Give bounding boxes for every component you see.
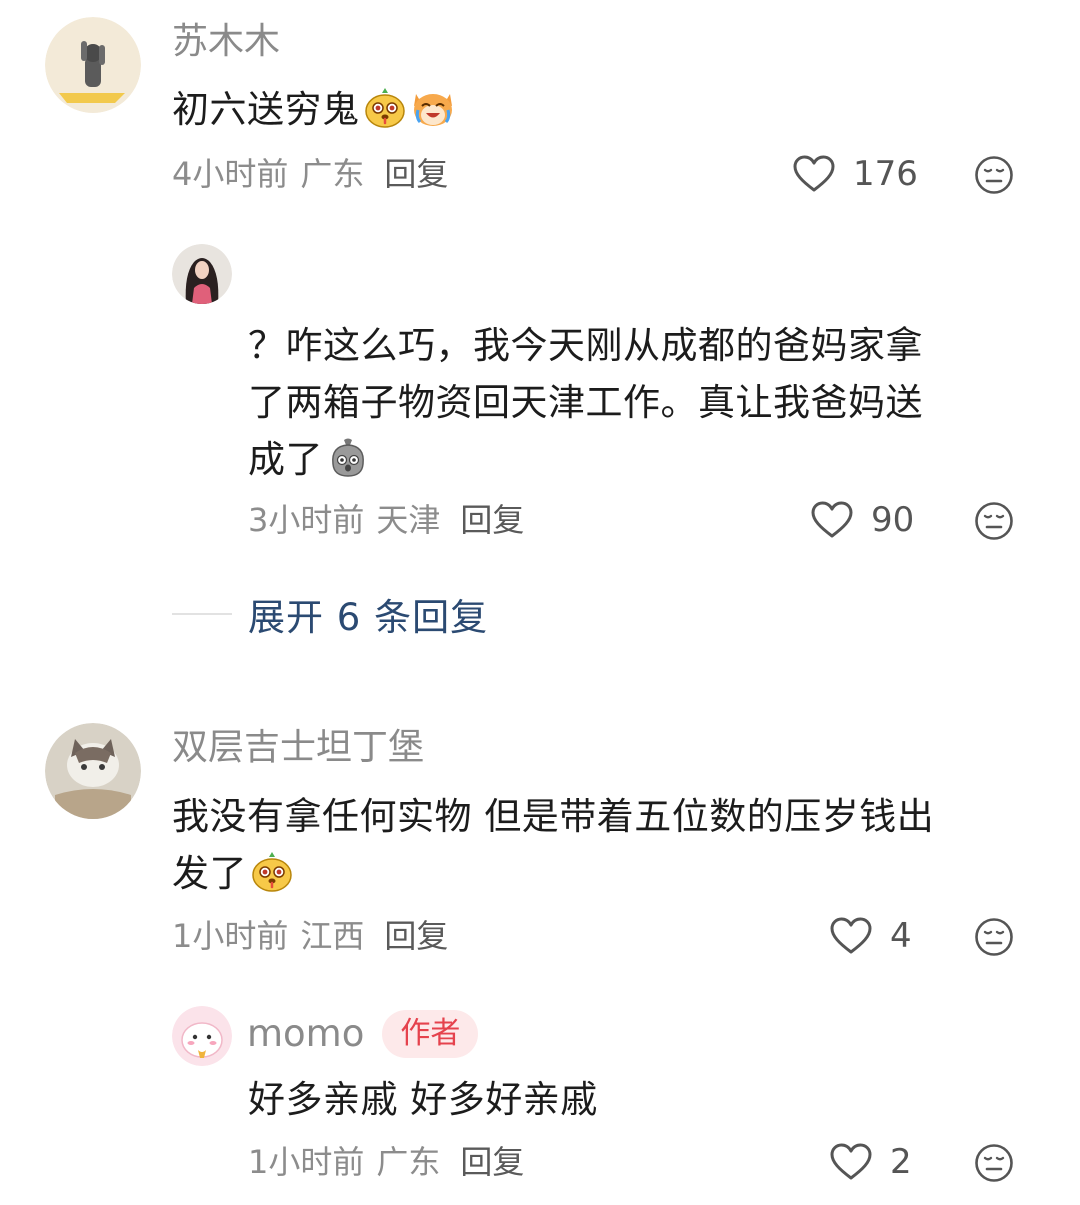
heart-icon <box>830 917 872 955</box>
comment-text: 初六送穷鬼 <box>172 81 456 138</box>
comment-time: 1小时前 <box>172 917 289 955</box>
reply-button[interactable]: 回复 <box>384 155 448 193</box>
reply-time: 3小时前 <box>248 501 365 539</box>
reply-text-line: 了两箱子物资回天津工作。真让我爸妈送 <box>248 381 923 424</box>
like-button[interactable]: 4 <box>830 914 912 958</box>
reply-button[interactable]: 回复 <box>460 1143 524 1181</box>
gray-stone-emoji-icon <box>325 434 371 480</box>
heart-icon <box>811 501 853 539</box>
reply-location: 天津 <box>376 501 441 539</box>
avatar-reply-1[interactable] <box>172 244 232 304</box>
avatar-user-2[interactable] <box>45 723 141 819</box>
reply-text-line: 成了 <box>248 438 323 481</box>
expand-replies-label[interactable]: 展开 6 条回复 <box>248 587 488 641</box>
comment-text-body: 初六送穷鬼 <box>172 88 360 131</box>
reply-meta: 1小时前 广东 回复 <box>248 1142 524 1182</box>
reply-text: ？咋这么巧，我今天刚从成都的爸妈家拿 了两箱子物资回天津工作。真让我爸妈送 成了 <box>248 317 923 488</box>
dislike-face-icon[interactable] <box>974 917 1014 957</box>
dislike-face-icon[interactable] <box>974 155 1014 195</box>
comment-time: 4小时前 <box>172 155 289 193</box>
comment-text-line: 我没有拿任何实物 但是带着五位数的压岁钱出 <box>172 795 935 838</box>
avatar-user-1[interactable] <box>45 17 141 113</box>
comment-location: 江西 <box>300 917 365 955</box>
reply-text-line: 好多亲戚 好多好亲戚 <box>248 1078 598 1121</box>
comment-username[interactable]: 苏木木 <box>172 20 280 64</box>
like-button[interactable]: 176 <box>793 152 918 196</box>
pear-face-emoji-icon <box>249 848 295 894</box>
comment-text: 我没有拿任何实物 但是带着五位数的压岁钱出 发了 <box>172 788 934 902</box>
dislike-face-icon[interactable] <box>974 1143 1014 1183</box>
reply-text-line: ？咋这么巧，我今天刚从成都的爸妈家拿 <box>248 324 923 367</box>
like-button[interactable]: 2 <box>830 1140 912 1184</box>
reply-time: 1小时前 <box>248 1143 365 1181</box>
expand-divider <box>172 613 232 615</box>
laughing-cat-emoji-icon <box>410 84 456 130</box>
comment-meta: 4小时前 广东 回复 <box>172 154 448 194</box>
expand-replies[interactable]: 展开 6 条回复 <box>172 589 488 639</box>
heart-icon <box>793 155 835 193</box>
reply-meta: 3小时前 天津 回复 <box>248 500 524 540</box>
dislike-face-icon[interactable] <box>974 501 1014 541</box>
comment-text-line: 发了 <box>172 852 247 895</box>
comment-meta: 1小时前 江西 回复 <box>172 916 448 956</box>
reply-button[interactable]: 回复 <box>384 917 448 955</box>
comment-location: 广东 <box>300 155 365 193</box>
reply-button[interactable]: 回复 <box>460 501 524 539</box>
author-name[interactable]: momo <box>247 1012 364 1055</box>
reply-text: 好多亲戚 好多好亲戚 <box>248 1071 598 1128</box>
like-button[interactable]: 90 <box>811 498 914 542</box>
comment-username[interactable]: 双层吉士坦丁堡 <box>172 726 424 770</box>
heart-icon <box>830 1143 872 1181</box>
like-count: 2 <box>890 1142 912 1182</box>
pear-face-emoji-icon <box>362 84 408 130</box>
like-count: 4 <box>890 916 912 956</box>
like-count: 90 <box>871 500 915 540</box>
reply-location: 广东 <box>376 1143 441 1181</box>
avatar-author[interactable] <box>172 1006 232 1066</box>
author-badge: 作者 <box>382 1010 479 1058</box>
author-username: momo 作者 <box>247 1010 479 1058</box>
like-count: 176 <box>853 154 918 194</box>
